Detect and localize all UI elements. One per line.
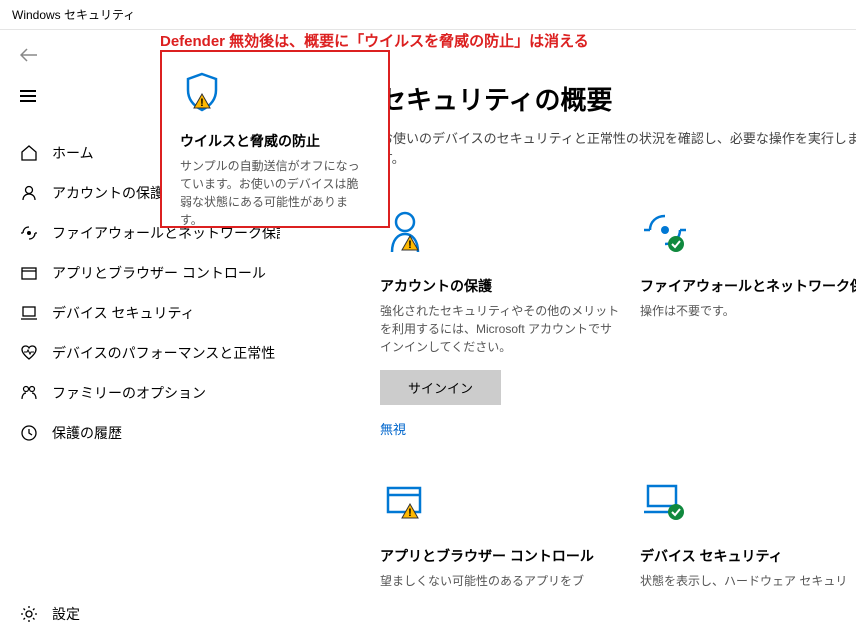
page-title: セキュリティの概要	[380, 80, 856, 117]
page-desc: お使いのデバイスのセキュリティと正常性の状況を確認し、必要な操作を実行します。	[380, 129, 856, 168]
signin-button[interactable]: サインイン	[380, 370, 501, 405]
nav-label: ファミリーのオプション	[52, 383, 206, 403]
callout-desc: サンプルの自動送信がオフになっています。お使いのデバイスは脆弱な状態にある可能性…	[180, 157, 370, 229]
tile-account[interactable]: ! アカウントの保護 強化されたセキュリティやその他のメリットを利用するには、M…	[380, 208, 620, 438]
shield-warning-icon: !	[180, 70, 370, 117]
gear-icon	[20, 605, 38, 623]
annotation-text: Defender 無効後は、概要に「ウイルスを脅威の防止」は消える	[160, 30, 589, 51]
tile-app[interactable]: ! アプリとブラウザー コントロール 望ましくない可能性のあるアプリをブ	[380, 478, 620, 604]
home-icon	[20, 144, 38, 162]
nav-label: アプリとブラウザー コントロール	[52, 263, 266, 283]
tile-firewall[interactable]: ファイアウォールとネットワーク保護 操作は不要です。	[640, 208, 856, 438]
tile-title: アカウントの保護	[380, 276, 620, 296]
nav-label: デバイスのパフォーマンスと正常性	[52, 343, 275, 363]
nav-label: 設定	[52, 604, 80, 624]
nav-history[interactable]: 保護の履歴	[0, 413, 300, 453]
device-ok-icon	[640, 478, 856, 534]
callout-title: ウイルスと脅威の防止	[180, 131, 370, 151]
titlebar: Windows セキュリティ	[0, 0, 856, 30]
tile-title: デバイス セキュリティ	[640, 546, 856, 566]
tile-desc: 状態を表示し、ハードウェア セキュリ	[640, 572, 856, 590]
firewall-ok-icon	[640, 208, 856, 264]
account-icon	[20, 184, 38, 202]
account-warning-icon: !	[380, 208, 620, 264]
virus-callout: ! ウイルスと脅威の防止 サンプルの自動送信がオフになっています。お使いのデバイ…	[160, 50, 390, 228]
tile-desc: 操作は不要です。	[640, 302, 856, 320]
tile-desc: 強化されたセキュリティやその他のメリットを利用するには、Microsoft アカ…	[380, 302, 620, 356]
nav-label: デバイス セキュリティ	[52, 303, 195, 323]
history-icon	[20, 424, 38, 442]
nav-family[interactable]: ファミリーのオプション	[0, 373, 300, 413]
window-title: Windows セキュリティ	[12, 8, 135, 22]
family-icon	[20, 384, 38, 402]
app-warning-icon: !	[380, 478, 620, 534]
nav-app[interactable]: アプリとブラウザー コントロール	[0, 253, 300, 293]
nav-device[interactable]: デバイス セキュリティ	[0, 293, 300, 333]
tile-desc: 望ましくない可能性のあるアプリをブ	[380, 572, 620, 590]
dismiss-link[interactable]: 無視	[380, 419, 620, 438]
svg-text:!: !	[408, 239, 412, 251]
tile-title: アプリとブラウザー コントロール	[380, 546, 620, 566]
heart-icon	[20, 344, 38, 362]
nav-label: アカウントの保護	[52, 183, 164, 203]
nav-label: 保護の履歴	[52, 423, 122, 443]
nav-perf[interactable]: デバイスのパフォーマンスと正常性	[0, 333, 300, 373]
svg-text:!: !	[408, 507, 412, 519]
firewall-icon	[20, 224, 38, 242]
device-icon	[20, 304, 38, 322]
svg-text:!: !	[200, 97, 204, 109]
tile-device[interactable]: デバイス セキュリティ 状態を表示し、ハードウェア セキュリ	[640, 478, 856, 604]
nav-label: ホーム	[52, 143, 94, 163]
tile-title: ファイアウォールとネットワーク保護	[640, 276, 856, 296]
nav-settings[interactable]: 設定	[0, 594, 300, 634]
app-icon	[20, 264, 38, 282]
